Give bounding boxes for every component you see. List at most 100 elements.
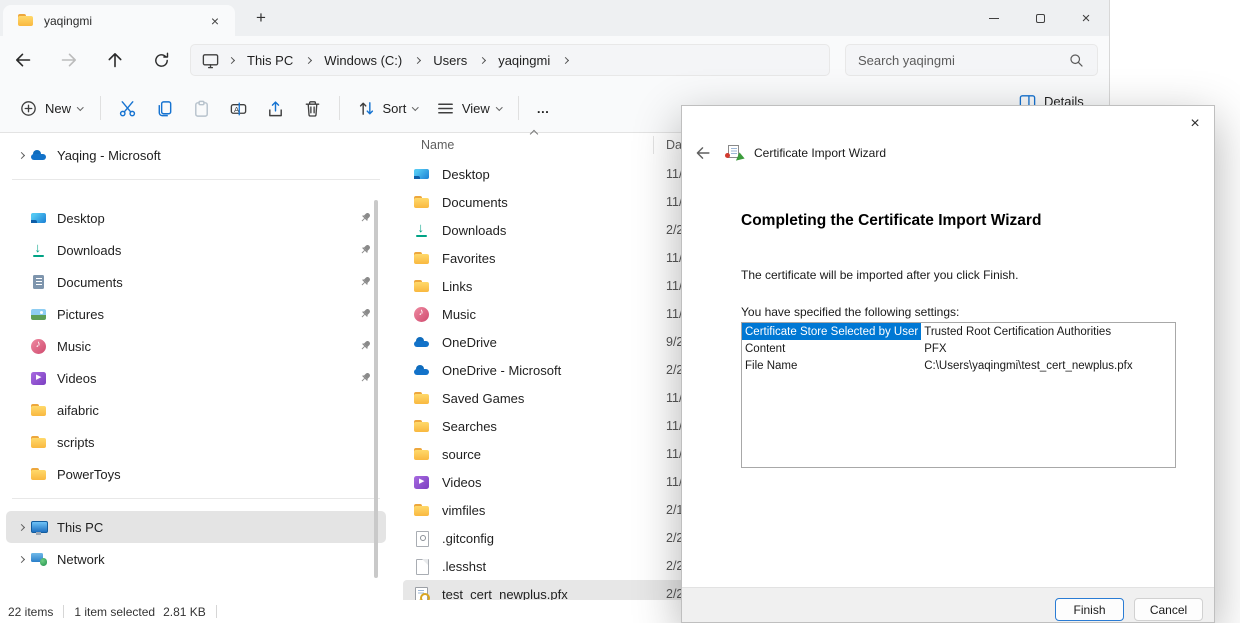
selection-size: 2.81 KB	[163, 605, 206, 619]
chevron-right-icon	[305, 56, 312, 63]
more-options-button[interactable]: …	[527, 91, 559, 125]
back-button[interactable]	[8, 45, 38, 75]
tab-title: yaqingmi	[44, 14, 205, 28]
back-arrow-icon	[694, 144, 712, 162]
cancel-button[interactable]: Cancel	[1134, 598, 1203, 621]
breadcrumb-item-windows-c[interactable]: Windows (C:)	[316, 49, 410, 72]
new-button[interactable]: New	[10, 91, 92, 125]
wizard-intro-text: The certificate will be imported after y…	[741, 268, 1018, 282]
sidebar-item-documents[interactable]: Documents	[6, 266, 386, 298]
rename-button[interactable]: A	[220, 91, 257, 125]
search-icon	[1068, 52, 1085, 69]
back-arrow-icon	[13, 50, 33, 70]
sidebar-item-videos[interactable]: Videos	[6, 362, 386, 394]
settings-row[interactable]: File NameC:\Users\yaqingmi\test_cert_new…	[742, 357, 1175, 374]
settings-row[interactable]: ContentPFX	[742, 340, 1175, 357]
chevron-right-icon	[17, 151, 24, 158]
sidebar-item-music[interactable]: Music	[6, 330, 386, 362]
maximize-button[interactable]	[1017, 0, 1063, 36]
file-name: Music	[442, 307, 476, 322]
chevron-right-icon	[562, 56, 569, 63]
search-box[interactable]: Search yaqingmi	[845, 44, 1098, 76]
sidebar-scrollbar[interactable]	[374, 200, 378, 578]
name-column-header[interactable]: Name	[421, 138, 454, 152]
sidebar-item-this-pc[interactable]: This PC	[6, 511, 386, 543]
file-name: Searches	[442, 419, 497, 434]
minimize-button[interactable]	[971, 0, 1017, 36]
sidebar-item-yaqing-microsoft[interactable]: Yaqing - Microsoft	[6, 139, 386, 171]
tab-close-icon[interactable]: ×	[205, 11, 225, 31]
folder-icon	[413, 194, 430, 211]
paste-button[interactable]	[183, 91, 220, 125]
sidebar-item-network[interactable]: Network	[6, 543, 386, 575]
dialog-header: Certificate Import Wizard	[691, 142, 886, 164]
title-bar: yaqingmi × + ×	[0, 0, 1109, 36]
breadcrumb-item-this-pc[interactable]: This PC	[239, 49, 301, 72]
folder-icon	[17, 12, 34, 29]
sidebar-item-powertoys[interactable]: PowerToys	[6, 458, 386, 490]
sidebar-item-downloads[interactable]: Downloads	[6, 234, 386, 266]
cut-button[interactable]	[109, 91, 146, 125]
file-name: OneDrive	[442, 335, 497, 350]
column-divider[interactable]	[653, 136, 654, 154]
close-button[interactable]: ×	[1063, 0, 1109, 36]
divider	[12, 498, 380, 499]
selection-count: 1 item selected	[74, 605, 155, 619]
downloads-icon	[413, 222, 430, 239]
folder-icon	[30, 402, 47, 419]
sidebar-item-pictures[interactable]: Pictures	[6, 298, 386, 330]
finish-button[interactable]: Finish	[1055, 598, 1124, 621]
copy-button[interactable]	[146, 91, 183, 125]
breadcrumb: This PC Windows (C:) Users yaqingmi	[239, 49, 573, 72]
certificate-import-wizard-dialog: × Certificate Import Wizard Completing t…	[681, 105, 1215, 623]
navigation-bar: This PC Windows (C:) Users yaqingmi Sear…	[0, 36, 1109, 84]
delete-button[interactable]	[294, 91, 331, 125]
sidebar-item-label: Documents	[57, 275, 380, 290]
up-arrow-icon	[105, 50, 125, 70]
chevron-down-icon	[496, 104, 502, 110]
chevron-right-icon	[17, 555, 24, 562]
sidebar-item-label: Downloads	[57, 243, 380, 258]
settings-row[interactable]: Certificate Store Selected by UserTruste…	[742, 323, 1175, 340]
dialog-close-icon[interactable]: ×	[1182, 112, 1208, 136]
address-bar[interactable]: This PC Windows (C:) Users yaqingmi	[190, 44, 830, 76]
maximize-icon	[1036, 14, 1045, 23]
sidebar-item-label: aifabric	[57, 403, 380, 418]
share-button[interactable]	[257, 91, 294, 125]
documents-icon	[30, 274, 47, 291]
sidebar-section: Desktop Downloads Documents Pictures Mus…	[0, 202, 392, 490]
view-button[interactable]: View	[427, 91, 510, 125]
file-name: .gitconfig	[442, 531, 494, 546]
explorer-tab[interactable]: yaqingmi ×	[3, 5, 235, 36]
forward-button[interactable]	[54, 45, 84, 75]
sort-button[interactable]: Sort	[348, 91, 427, 125]
date-column-header[interactable]: Da	[666, 138, 682, 152]
certificate-wizard-icon	[725, 145, 742, 162]
settings-box: Certificate Store Selected by UserTruste…	[741, 322, 1176, 468]
chevron-down-icon	[412, 104, 418, 110]
onedrive-icon	[413, 334, 430, 351]
pin-icon	[359, 211, 372, 229]
sidebar-item-scripts[interactable]: scripts	[6, 426, 386, 458]
chevron-right-icon	[479, 56, 486, 63]
divider	[518, 96, 519, 120]
breadcrumb-item-users[interactable]: Users	[425, 49, 475, 72]
sidebar-item-aifabric[interactable]: aifabric	[6, 394, 386, 426]
divider	[63, 605, 64, 618]
folder-icon	[413, 502, 430, 519]
chevron-down-icon	[77, 104, 83, 110]
sidebar-item-label: This PC	[57, 520, 380, 535]
sidebar-item-label: Videos	[57, 371, 380, 386]
dialog-back-button[interactable]	[691, 142, 715, 164]
sidebar-item-desktop[interactable]: Desktop	[6, 202, 386, 234]
new-label: New	[45, 101, 71, 116]
file-name: Favorites	[442, 251, 495, 266]
up-button[interactable]	[100, 45, 130, 75]
breadcrumb-item-yaqingmi[interactable]: yaqingmi	[490, 49, 558, 72]
sort-label: Sort	[383, 101, 407, 116]
refresh-button[interactable]	[146, 45, 176, 75]
sort-icon	[357, 99, 376, 118]
new-tab-button[interactable]: +	[248, 5, 274, 31]
sidebar-section: Yaqing - Microsoft	[0, 139, 392, 171]
wizard-heading: Completing the Certificate Import Wizard	[741, 212, 1041, 230]
